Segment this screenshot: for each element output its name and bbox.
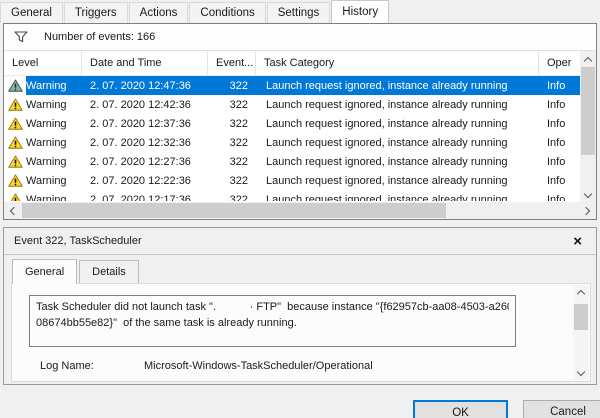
event-id: 322 xyxy=(208,194,256,202)
log-name-value: Microsoft-Windows-TaskScheduler/Operatio… xyxy=(144,360,373,372)
events-panel: Number of events: 166 Level Date and Tim… xyxy=(3,23,597,220)
event-task-category: Launch request ignored, instance already… xyxy=(256,137,539,149)
log-name-label: Log Name: xyxy=(40,360,144,372)
event-date-time: 2. 07. 2020 12:42:36 xyxy=(82,99,208,111)
details-general-content: Task Scheduler did not launch task ". · … xyxy=(11,283,591,382)
event-row[interactable]: Warning 2. 07. 2020 12:47:36 322 Launch … xyxy=(4,76,580,95)
cancel-button[interactable]: Cancel xyxy=(523,400,600,418)
scroll-left-icon[interactable] xyxy=(4,202,21,219)
event-task-category: Launch request ignored, instance already… xyxy=(256,175,539,187)
event-date-time: 2. 07. 2020 12:37:36 xyxy=(82,118,208,130)
horizontal-scroll-thumb[interactable] xyxy=(22,203,446,218)
column-header-operational-code[interactable]: Oper xyxy=(539,51,580,75)
property-tabs: General Triggers Actions Conditions Sett… xyxy=(0,0,600,23)
event-id: 322 xyxy=(208,175,256,187)
event-date-time: 2. 07. 2020 12:32:36 xyxy=(82,137,208,149)
warning-icon xyxy=(4,95,26,114)
event-list-vertical-scrollbar[interactable] xyxy=(580,51,596,203)
warning-icon xyxy=(4,114,26,133)
tab-history[interactable]: History xyxy=(331,0,389,23)
event-task-category: Launch request ignored, instance already… xyxy=(256,80,539,92)
event-description-line: 08674bb55e82}" of the same task is alrea… xyxy=(36,316,509,332)
close-icon[interactable]: × xyxy=(569,234,586,249)
event-date-time: 2. 07. 2020 12:17:36 xyxy=(82,194,208,202)
scroll-up-icon[interactable] xyxy=(580,51,596,67)
event-list-header: Level Date and Time Event... Task Catego… xyxy=(4,51,580,76)
column-header-event-id[interactable]: Event... xyxy=(208,51,256,75)
event-operational-code: Info xyxy=(539,194,580,202)
scroll-right-icon[interactable] xyxy=(579,202,596,219)
tab-general[interactable]: General xyxy=(0,2,63,23)
tab-conditions[interactable]: Conditions xyxy=(189,2,265,23)
event-row[interactable]: Warning 2. 07. 2020 12:22:36 322 Launch … xyxy=(4,171,580,190)
event-id: 322 xyxy=(208,99,256,111)
event-level: Warning xyxy=(26,156,67,168)
warning-icon xyxy=(4,190,26,201)
event-row[interactable]: Warning 2. 07. 2020 12:27:36 322 Launch … xyxy=(4,152,580,171)
warning-icon xyxy=(4,152,26,171)
event-row[interactable]: Warning 2. 07. 2020 12:17:36 322 Launch … xyxy=(4,190,580,201)
event-operational-code: Info xyxy=(539,175,580,187)
vertical-scroll-thumb[interactable] xyxy=(581,67,595,155)
event-row[interactable]: Warning 2. 07. 2020 12:42:36 322 Launch … xyxy=(4,95,580,114)
details-scroll-thumb[interactable] xyxy=(574,304,588,330)
event-level: Warning xyxy=(26,99,67,111)
event-id: 322 xyxy=(208,80,256,92)
event-level: Warning xyxy=(26,137,67,149)
event-list-horizontal-scrollbar[interactable] xyxy=(4,202,596,219)
column-header-date-and-time[interactable]: Date and Time xyxy=(82,51,208,75)
tab-triggers[interactable]: Triggers xyxy=(64,2,128,23)
details-tab-general[interactable]: General xyxy=(12,259,77,284)
warning-icon xyxy=(4,133,26,152)
filter-bar[interactable]: Number of events: 166 xyxy=(4,24,596,51)
event-level: Warning xyxy=(26,194,67,202)
details-title: Event 322, TaskScheduler xyxy=(14,235,569,247)
scroll-up-icon[interactable] xyxy=(573,285,589,300)
event-date-time: 2. 07. 2020 12:27:36 xyxy=(82,156,208,168)
events-count-label: Number of events: 166 xyxy=(44,31,155,43)
event-task-category: Launch request ignored, instance already… xyxy=(256,194,539,202)
event-task-category: Launch request ignored, instance already… xyxy=(256,99,539,111)
event-id: 322 xyxy=(208,118,256,130)
details-title-bar: Event 322, TaskScheduler × xyxy=(4,228,596,255)
event-row[interactable]: Warning 2. 07. 2020 12:32:36 322 Launch … xyxy=(4,133,580,152)
event-task-category: Launch request ignored, instance already… xyxy=(256,118,539,130)
event-rows: Warning 2. 07. 2020 12:47:36 322 Launch … xyxy=(4,76,580,201)
warning-icon xyxy=(4,171,26,190)
details-tabs: General Details xyxy=(4,255,596,283)
event-operational-code: Info xyxy=(539,118,580,130)
event-date-time: 2. 07. 2020 12:47:36 xyxy=(82,80,208,92)
event-date-time: 2. 07. 2020 12:22:36 xyxy=(82,175,208,187)
details-tab-details[interactable]: Details xyxy=(79,260,139,283)
event-details-pane: Event 322, TaskScheduler × General Detai… xyxy=(3,227,597,385)
tab-actions[interactable]: Actions xyxy=(129,2,189,23)
event-operational-code: Info xyxy=(539,137,580,149)
log-name-row: Log Name: Microsoft-Windows-TaskSchedule… xyxy=(40,360,373,372)
tab-settings[interactable]: Settings xyxy=(267,2,331,23)
event-level: Warning xyxy=(26,80,67,92)
filter-funnel-icon xyxy=(14,31,28,43)
event-id: 322 xyxy=(208,137,256,149)
event-id: 322 xyxy=(208,156,256,168)
event-description-line: Task Scheduler did not launch task ". · … xyxy=(36,300,509,316)
event-operational-code: Info xyxy=(539,99,580,111)
event-description-box: Task Scheduler did not launch task ". · … xyxy=(29,295,516,347)
event-row[interactable]: Warning 2. 07. 2020 12:37:36 322 Launch … xyxy=(4,114,580,133)
scroll-down-icon[interactable] xyxy=(573,365,589,380)
event-task-category: Launch request ignored, instance already… xyxy=(256,156,539,168)
scroll-down-icon[interactable] xyxy=(580,187,596,203)
event-operational-code: Info xyxy=(539,80,580,92)
event-operational-code: Info xyxy=(539,156,580,168)
ok-button[interactable]: OK xyxy=(413,400,508,418)
column-header-level[interactable]: Level xyxy=(4,51,82,75)
event-level: Warning xyxy=(26,118,67,130)
column-header-task-category[interactable]: Task Category xyxy=(256,51,539,75)
details-vertical-scrollbar[interactable] xyxy=(573,285,589,380)
warning-icon xyxy=(4,76,26,95)
event-level: Warning xyxy=(26,175,67,187)
